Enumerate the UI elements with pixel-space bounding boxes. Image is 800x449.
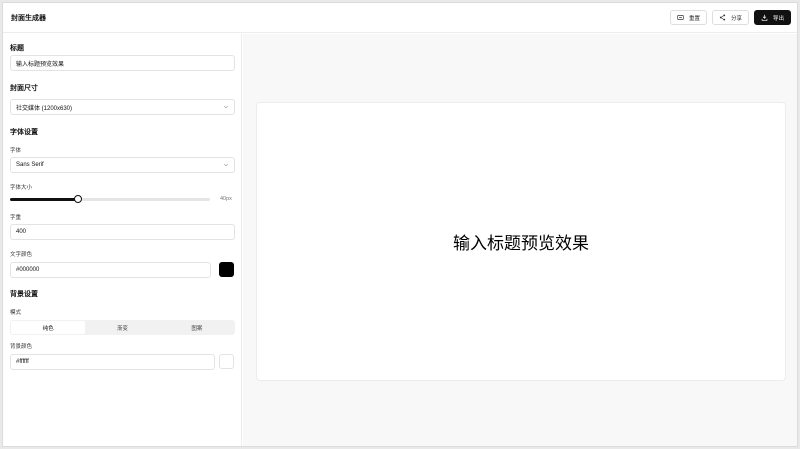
- share-label: 分享: [730, 15, 742, 22]
- text-color-swatch[interactable]: [219, 262, 234, 277]
- font-family-value: Sans Serif: [16, 162, 44, 168]
- background-section-heading: 背景设置: [10, 291, 38, 298]
- header-actions: 重置 分享 导出: [669, 10, 791, 25]
- background-mode-label: 模式: [10, 310, 22, 316]
- font-size-slider-thumb[interactable]: [74, 195, 82, 203]
- text-color-input[interactable]: #000000: [10, 262, 211, 278]
- export-button[interactable]: 导出: [753, 10, 791, 25]
- tab-solid[interactable]: 纯色: [11, 321, 86, 334]
- font-family-label: 字体: [10, 148, 22, 154]
- font-weight-label: 字重: [10, 215, 22, 221]
- download-icon: [761, 14, 768, 21]
- share-button[interactable]: 分享: [711, 10, 749, 25]
- reset-button[interactable]: 重置: [669, 10, 707, 25]
- font-size-slider[interactable]: [10, 195, 210, 203]
- background-color-label: 背景颜色: [10, 344, 33, 350]
- background-color-swatch[interactable]: [219, 354, 234, 369]
- app-title: 封面生成器: [11, 14, 46, 22]
- top-bar: 封面生成器 重置 分享 导出: [3, 3, 797, 33]
- preview-area: 输入标题预览效果: [243, 34, 797, 446]
- chevron-down-icon: [223, 105, 229, 109]
- tab-pattern[interactable]: 图案: [160, 321, 234, 334]
- chevron-down-icon: [223, 163, 229, 167]
- font-size-value: 40px: [220, 196, 232, 202]
- cover-preview-canvas: 输入标题预览效果: [256, 102, 786, 381]
- font-weight-input[interactable]: 400: [10, 224, 235, 240]
- cover-size-select[interactable]: 社交媒体 (1200x630): [10, 99, 235, 115]
- settings-sidebar: 标题 输入标题预览效果 封面尺寸 社交媒体 (1200x630) 字体设置 字体…: [3, 34, 242, 446]
- font-family-select[interactable]: Sans Serif: [10, 157, 235, 173]
- background-color-input[interactable]: #ffffff: [10, 354, 215, 370]
- cover-size-value: 社交媒体 (1200x630): [16, 105, 73, 112]
- tab-gradient[interactable]: 渐变: [85, 321, 159, 334]
- export-label: 导出: [772, 15, 784, 22]
- text-color-label: 文字颜色: [10, 252, 33, 258]
- font-size-slider-fill: [10, 198, 78, 201]
- share-icon: [719, 14, 726, 21]
- app-window: 封面生成器 重置 分享 导出 标题 输入标题预览效果 封面尺寸 社交媒体 (12…: [2, 2, 798, 447]
- reset-icon: [677, 15, 684, 20]
- title-input[interactable]: 输入标题预览效果: [10, 55, 235, 71]
- background-mode-tabs: 纯色 渐变 图案: [10, 320, 235, 335]
- title-section-heading: 标题: [10, 45, 24, 52]
- reset-label: 重置: [688, 15, 700, 22]
- font-size-label: 字体大小: [10, 185, 33, 191]
- cover-preview-title: 输入标题预览效果: [453, 234, 589, 253]
- size-section-heading: 封面尺寸: [10, 85, 38, 92]
- font-section-heading: 字体设置: [10, 129, 38, 136]
